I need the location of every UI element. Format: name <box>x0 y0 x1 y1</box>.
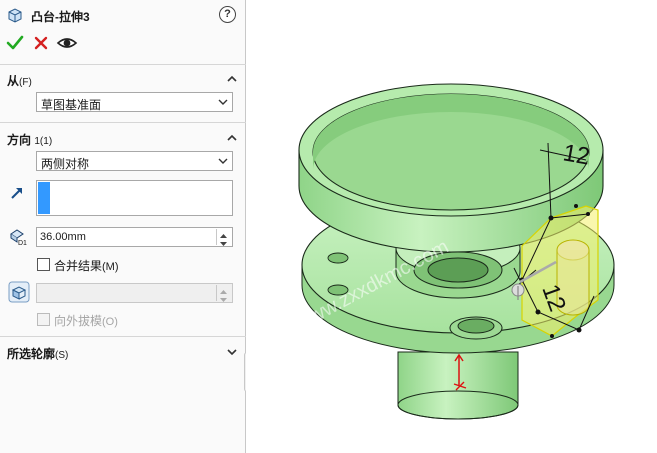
property-manager: 凸台-拉伸3 ? 从(F) 草图基准面 方向 1(1) 两侧对称 D1 36.0… <box>0 0 246 453</box>
stepper-up-icon[interactable] <box>217 229 231 238</box>
chevron-up-icon[interactable] <box>226 132 238 144</box>
depth-stepper[interactable] <box>216 229 231 246</box>
divider <box>0 336 246 337</box>
from-condition-select[interactable]: 草图基准面 <box>36 92 233 112</box>
reverse-direction-icon[interactable] <box>9 185 25 201</box>
svg-text:D1: D1 <box>18 240 27 246</box>
model-canvas[interactable]: 12 12 www.zxxdkmc.com <box>246 0 657 453</box>
from-condition-value: 草图基准面 <box>41 98 102 112</box>
help-icon[interactable]: ? <box>219 6 236 23</box>
chevron-down-icon[interactable] <box>226 346 238 358</box>
chevron-down-icon <box>218 158 228 164</box>
direction-reference-field[interactable] <box>36 180 233 216</box>
selected-contours-group-header[interactable]: 所选轮廓(S) <box>0 342 246 362</box>
direction-group-header[interactable]: 方向 1(1) <box>0 128 246 148</box>
divider <box>0 122 246 123</box>
feature-title: 凸台-拉伸3 <box>31 10 90 24</box>
depth-input[interactable]: 36.00mm <box>36 227 233 247</box>
draft-angle-input <box>36 283 233 303</box>
stepper-down-icon <box>217 293 231 302</box>
merge-result-checkbox[interactable] <box>37 258 50 271</box>
property-manager-titlebar: 凸台-拉伸3 ? <box>0 0 246 30</box>
divider <box>0 64 246 65</box>
dimension-label-top[interactable]: 12 <box>561 139 592 170</box>
extrude-feature-icon <box>8 8 22 23</box>
preview-eye-icon[interactable] <box>56 32 78 54</box>
draft-outward-checkbox <box>37 313 50 326</box>
depth-value: 36.00mm <box>40 231 86 243</box>
merge-result-label: 合并结果(M) <box>54 259 119 273</box>
graphics-viewport[interactable]: 12 12 www.zxxdkmc.com <box>246 0 657 453</box>
chevron-down-icon <box>218 99 228 105</box>
cancel-x-icon[interactable] <box>30 32 52 54</box>
depth-dimension-icon: D1 <box>10 229 27 246</box>
from-group-title: 从(F) <box>7 74 32 88</box>
selection-highlight <box>38 182 50 214</box>
chevron-up-icon[interactable] <box>226 73 238 85</box>
end-condition-select[interactable]: 两侧对称 <box>36 151 233 171</box>
draft-outward-label: 向外拔模(O) <box>54 314 118 328</box>
action-bar <box>0 32 246 54</box>
stepper-up-icon <box>217 285 231 294</box>
direction-group-title: 方向 1(1) <box>7 133 53 147</box>
selected-contours-title: 所选轮廓(S) <box>7 347 69 361</box>
stepper-down-icon[interactable] <box>217 237 231 246</box>
from-group-header[interactable]: 从(F) <box>0 69 246 89</box>
draft-angle-stepper <box>216 285 231 302</box>
draft-icon[interactable] <box>8 281 30 303</box>
end-condition-value: 两侧对称 <box>41 157 90 171</box>
ok-check-icon[interactable] <box>4 32 26 54</box>
